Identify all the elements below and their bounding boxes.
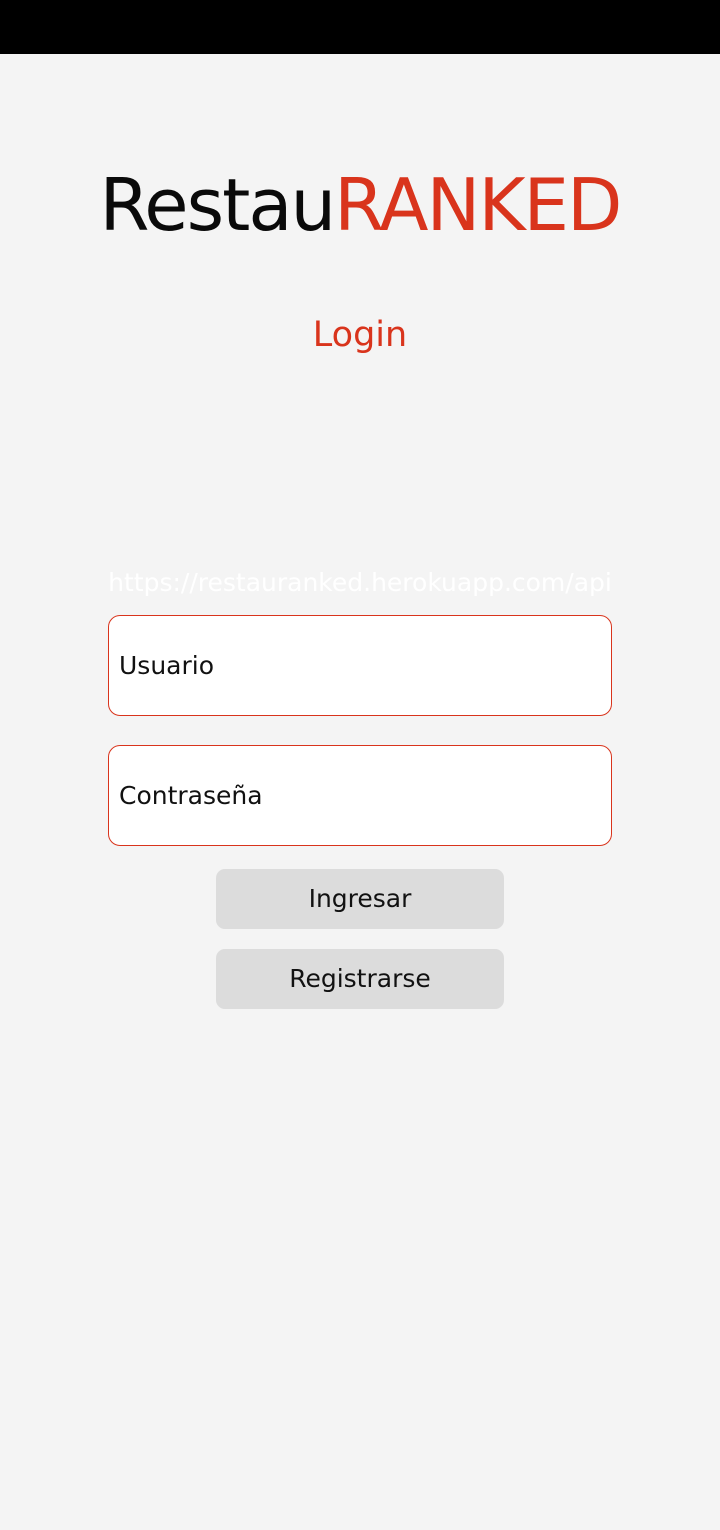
api-url-text: https://restauranked.herokuapp.com/api bbox=[108, 568, 612, 597]
password-input[interactable] bbox=[109, 746, 611, 845]
logo-text-restau: Restau bbox=[99, 163, 337, 247]
logo-text-ranked: RANKED bbox=[334, 163, 622, 247]
register-button[interactable]: Registrarse bbox=[216, 949, 504, 1009]
password-field[interactable] bbox=[108, 745, 612, 846]
app-logo: RestauRANKED bbox=[0, 160, 720, 250]
status-bar bbox=[0, 0, 720, 54]
page-title: Login bbox=[312, 315, 408, 355]
username-field[interactable] bbox=[108, 615, 612, 716]
username-input[interactable] bbox=[109, 616, 611, 715]
login-button[interactable]: Ingresar bbox=[216, 869, 504, 929]
